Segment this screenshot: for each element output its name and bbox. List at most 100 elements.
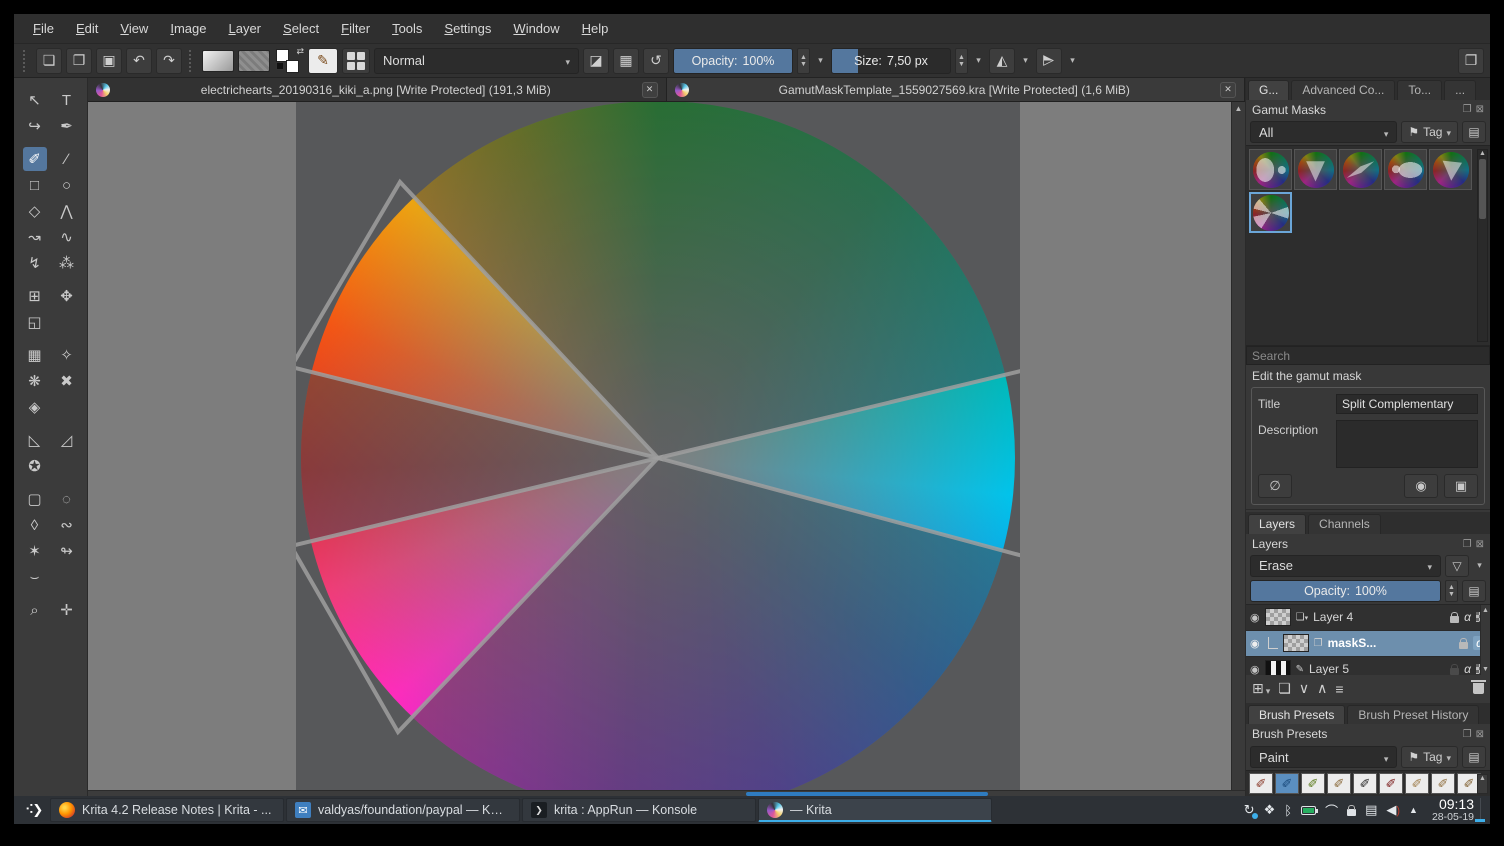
wifi-icon[interactable]: ⌒ — [1325, 801, 1338, 820]
app-launcher-button[interactable]: ⠪ ❯ — [18, 798, 48, 822]
menu-tools[interactable]: Tools — [381, 17, 433, 40]
float-docker-icon[interactable]: ❐ — [1463, 104, 1472, 115]
float-docker-icon[interactable]: ❐ — [1463, 729, 1472, 740]
gradient-tool[interactable]: ▦ — [23, 343, 47, 367]
gamut-mask-preset[interactable] — [1429, 149, 1472, 191]
menu-help[interactable]: Help — [571, 17, 620, 40]
alpha-icon[interactable]: α — [1464, 610, 1471, 624]
workspace-chooser-button[interactable]: ❐ — [1458, 47, 1484, 74]
edit-brush-settings-button[interactable]: ✎ — [308, 47, 338, 74]
mask-badge-icon[interactable]: ❐ — [1314, 638, 1323, 649]
layer-blend-mode-combo[interactable]: Erase — [1250, 554, 1441, 577]
activities-icon[interactable]: ❖ — [1264, 802, 1276, 818]
text-tool[interactable]: T — [55, 88, 79, 112]
menu-view[interactable]: View — [109, 17, 159, 40]
close-docker-icon[interactable]: ⊠ — [1476, 729, 1484, 740]
save-mask-button[interactable]: ▣ — [1444, 474, 1478, 499]
pattern-edit-tool[interactable]: ✖ — [55, 369, 79, 393]
doc-tab-electrichearts[interactable]: electrichearts_20190316_kiki_a.png [Writ… — [88, 78, 667, 101]
visibility-eye-icon[interactable]: ◉ — [1250, 637, 1260, 650]
gradient-chooser[interactable] — [202, 49, 234, 72]
move-layer-down-button[interactable]: ∨ — [1299, 680, 1309, 697]
shape-select-tool[interactable]: ↖ — [23, 88, 47, 112]
preserve-alpha-button[interactable]: ▦ — [613, 47, 639, 74]
volume-icon[interactable]: ◀) — [1386, 802, 1400, 818]
tab-brush-preset-history[interactable]: Brush Preset History — [1347, 704, 1480, 725]
edit-shapes-tool[interactable]: ↪ — [23, 114, 47, 138]
search-input[interactable] — [1246, 345, 1490, 366]
task-krita[interactable]: — Krita — [758, 798, 992, 822]
redo-button[interactable]: ↷ — [156, 47, 182, 74]
layer-list-scrollbar[interactable]: ▲ ▼ — [1480, 604, 1490, 675]
freehand-brush-tool[interactable]: ✐ — [22, 147, 47, 171]
gamut-mask-preset[interactable] — [1339, 149, 1382, 191]
undo-button[interactable]: ↶ — [126, 47, 152, 74]
clipboard-icon[interactable]: ▤ — [1365, 802, 1377, 818]
polygon-tool[interactable]: ◇ — [23, 199, 47, 223]
scroll-down-icon[interactable]: ▼ — [1482, 666, 1489, 673]
gamut-mask-preset[interactable] — [1249, 149, 1292, 191]
gamut-mask-preset[interactable] — [1384, 149, 1427, 191]
fg-bg-color-widget[interactable]: ⇄ — [274, 46, 304, 74]
zoom-tool[interactable]: ⌕ — [23, 598, 47, 622]
tab-more[interactable]: ... — [1444, 80, 1477, 100]
ellipse-tool[interactable]: ○ — [55, 173, 79, 197]
scroll-up-icon[interactable]: ▲ — [1482, 607, 1489, 614]
close-docker-icon[interactable]: ⊠ — [1476, 104, 1484, 115]
move-layer-up-button[interactable]: ∧ — [1317, 680, 1327, 697]
lock-icon[interactable] — [1450, 611, 1460, 623]
task-firefox[interactable]: Krita 4.2 Release Notes | Krita - ... — [50, 798, 284, 822]
layer-properties-view-button[interactable]: ▤ — [1462, 579, 1486, 602]
similar-select-tool[interactable]: ✶ — [23, 539, 47, 563]
menu-settings[interactable]: Settings — [433, 17, 502, 40]
choose-brush-preset-button[interactable] — [342, 47, 370, 74]
line-tool[interactable]: ∕ — [55, 147, 79, 171]
brush-preset-selected[interactable]: ✐ — [1275, 773, 1299, 794]
reload-preset-button[interactable]: ↺ — [643, 47, 669, 74]
measure-tool[interactable]: ◿ — [55, 428, 79, 452]
software-update-icon[interactable]: ↻ — [1244, 802, 1258, 819]
close-icon[interactable]: ✕ — [1220, 81, 1236, 98]
calligraphy-tool[interactable]: ✒ — [55, 114, 79, 138]
presets-scrollbar[interactable]: ▲ — [1477, 149, 1488, 342]
transform-tool[interactable]: ⊞ — [23, 284, 47, 308]
duplicate-layer-button[interactable]: ❏ — [1278, 680, 1291, 697]
scroll-up-icon[interactable]: ▲ — [1479, 150, 1486, 157]
layer-thumbnail[interactable] — [1264, 660, 1291, 675]
freehand-path-tool[interactable]: ∿ — [55, 225, 79, 249]
tab-tool-options[interactable]: To... — [1397, 80, 1443, 100]
brush-preset[interactable]: ✐ — [1405, 773, 1429, 794]
brush-tag-button[interactable]: ⚑ Tag — [1401, 746, 1458, 768]
toolbar-grip[interactable] — [189, 49, 195, 72]
preview-mask-button[interactable]: ◉ — [1404, 474, 1438, 499]
task-konsole[interactable]: ❯ krita : AppRun — Konsole — [522, 798, 756, 822]
mask-title-input[interactable] — [1336, 394, 1478, 415]
layer-opacity-slider[interactable]: Opacity: 100% — [1250, 579, 1441, 602]
open-document-button[interactable]: ❐ — [66, 47, 92, 74]
eraser-mode-button[interactable]: ◪ — [583, 47, 609, 74]
menu-window[interactable]: Window — [502, 17, 570, 40]
tab-advanced-color[interactable]: Advanced Co... — [1291, 80, 1396, 100]
opacity-spinner[interactable]: ▲ ▼ — [797, 47, 810, 74]
cancel-edit-button[interactable]: ∅ — [1258, 474, 1292, 499]
swap-colors-icon[interactable]: ⇄ — [296, 46, 304, 57]
visibility-eye-icon[interactable]: ◉ — [1250, 611, 1260, 624]
save-button[interactable]: ▣ — [96, 47, 122, 74]
tab-layers[interactable]: Layers — [1248, 514, 1307, 535]
show-desktop-button[interactable] — [1475, 798, 1486, 822]
size-dropdown[interactable] — [972, 48, 985, 74]
menu-layer[interactable]: Layer — [217, 17, 272, 40]
lock-icon[interactable] — [1347, 804, 1357, 816]
menu-select[interactable]: Select — [272, 17, 330, 40]
expand-tray-icon[interactable]: ▲ — [1409, 805, 1418, 815]
delete-layer-button[interactable] — [1471, 680, 1486, 695]
canvas-viewport[interactable]: ▲ — [88, 102, 1245, 790]
layer-thumbnail[interactable] — [1282, 634, 1309, 653]
close-docker-icon[interactable]: ⊠ — [1476, 539, 1484, 550]
brush-display-settings-button[interactable]: ▤ — [1462, 746, 1486, 768]
page-icon[interactable]: ❏▾ — [1296, 612, 1308, 623]
layer-filter-button[interactable]: ▽ — [1445, 554, 1469, 577]
pattern-chooser[interactable] — [238, 49, 270, 72]
brush-filter-combo[interactable]: Paint — [1250, 746, 1398, 768]
document-canvas[interactable] — [296, 102, 1020, 790]
